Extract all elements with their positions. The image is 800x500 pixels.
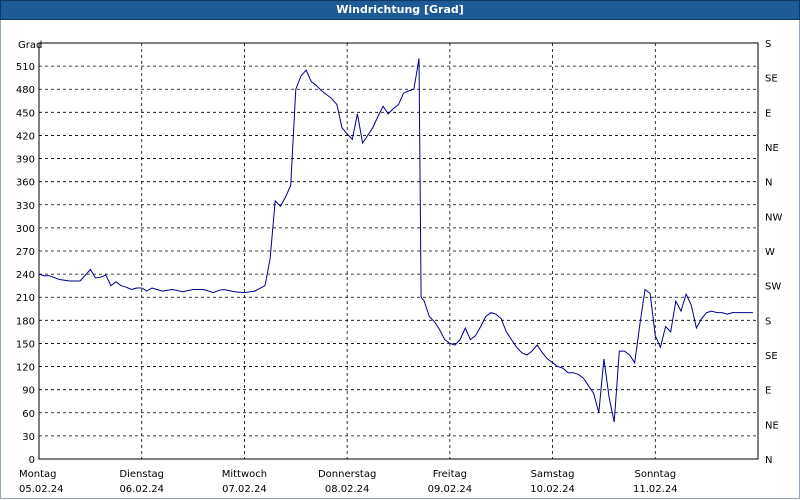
y-tick-label: 360 [16, 178, 35, 189]
y2-tick-label: E [765, 386, 771, 397]
y-tick-label: 390 [16, 155, 35, 166]
y2-axis-ticks: N NE E SE S SW W NW N NE E SE S [765, 39, 782, 466]
y2-tick-label: NE [765, 143, 779, 154]
y2-tick-label: W [765, 247, 775, 258]
x-tick-date: 10.02.24 [530, 484, 575, 495]
y2-tick-label: S [765, 39, 771, 50]
wind-direction-chart: Grad 0 30 60 90 120 150 180 210 240 270 300 330 360 3… [16, 39, 783, 495]
y2-tick-label: SE [765, 74, 778, 85]
y-tick-label: 330 [16, 201, 35, 212]
x-tick-date: 09.02.24 [428, 484, 473, 495]
y2-tick-label: NE [765, 420, 779, 431]
y-tick-label: 240 [16, 270, 35, 281]
x-tick-day: Samstag [531, 469, 575, 480]
x-tick-date: 07.02.24 [222, 484, 267, 495]
y-tick-label: 150 [16, 339, 35, 350]
y2-tick-label: N [765, 455, 772, 466]
x-tick-date: 11.02.24 [633, 484, 678, 495]
y2-tick-label: E [765, 108, 771, 119]
x-tick-date: 08.02.24 [325, 484, 370, 495]
y-tick-label: 480 [16, 85, 35, 96]
y-tick-label: 180 [16, 316, 35, 327]
y2-tick-label: N [765, 178, 772, 189]
y-tick-label: 450 [16, 108, 35, 119]
x-tick-day: Montag [19, 469, 56, 480]
x-axis-ticks: Montag 05.02.24 Dienstag 06.02.24 Mittwoch 07… [19, 469, 678, 495]
y-axis-ticks: 0 30 60 90 120 150 180 210 240 270 300 330 360 390 420… [16, 62, 35, 466]
y-tick-label: 90 [22, 386, 35, 397]
x-tick-day: Dienstag [119, 469, 164, 480]
y-tick-label: 420 [16, 131, 35, 142]
grid-lines [39, 43, 758, 459]
y2-tick-label: SW [765, 282, 781, 293]
y-tick-label: 120 [16, 363, 35, 374]
y-tick-label: 510 [16, 62, 35, 73]
x-tick-date: 05.02.24 [19, 484, 64, 495]
x-tick-day: Donnerstag [318, 469, 376, 480]
y-tick-label: 270 [16, 247, 35, 258]
y-tick-label: 0 [29, 455, 35, 466]
y2-tick-label: SE [765, 351, 778, 362]
y-tick-label: 60 [22, 409, 35, 420]
x-tick-day: Freitag [433, 469, 467, 480]
y-tick-label: 210 [16, 293, 35, 304]
x-tick-date: 06.02.24 [119, 484, 164, 495]
y2-tick-label: NW [765, 212, 782, 223]
plot-area [38, 42, 759, 460]
x-tick-day: Sonntag [635, 469, 677, 480]
y-tick-label: 300 [16, 224, 35, 235]
y-tick-label: 30 [22, 432, 35, 443]
x-tick-day: Mittwoch [222, 469, 267, 480]
y-axis-label: Grad [18, 40, 42, 51]
y2-tick-label: S [765, 316, 771, 327]
series-line [38, 58, 753, 423]
